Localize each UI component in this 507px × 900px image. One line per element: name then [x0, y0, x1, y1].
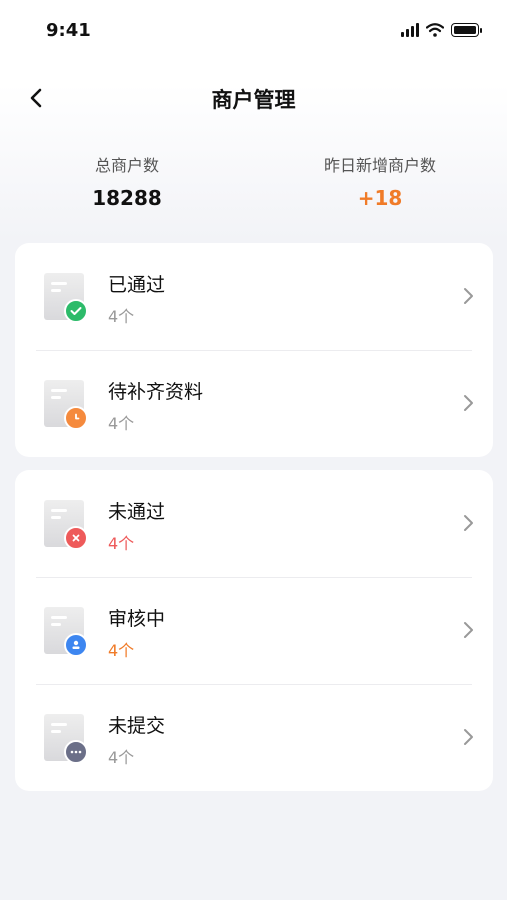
total-merchants-label: 总商户数: [94, 156, 159, 175]
list-item-count: 4个: [108, 641, 135, 660]
status-icons: [401, 23, 482, 37]
status-bar: 9:41: [0, 0, 507, 60]
chevron-right-icon: [464, 395, 473, 411]
status-card-group-2: 未通过 4个 审核中 4个 未提交 4个: [15, 470, 493, 791]
clock-icon: [64, 406, 88, 430]
list-item-under-review[interactable]: 审核中 4个: [15, 577, 493, 684]
chevron-right-icon: [464, 288, 473, 304]
list-item-title: 审核中: [108, 608, 166, 630]
document-icon: [44, 607, 88, 657]
list-item-count: 4个: [108, 414, 135, 433]
signal-icon: [401, 23, 419, 37]
list-item-count: 4个: [108, 307, 135, 326]
wifi-icon: [426, 23, 444, 37]
ellipsis-icon: [64, 740, 88, 764]
document-icon: [44, 714, 88, 764]
status-card-group-1: 已通过 4个 待补齐资料 4个: [15, 243, 493, 457]
check-icon: [64, 299, 88, 323]
document-icon: [44, 380, 88, 430]
person-icon: [64, 633, 88, 657]
total-merchants-stat: 总商户数 18288: [27, 152, 227, 210]
new-merchants-label: 昨日新增商户数: [323, 156, 436, 175]
list-item-pending-documents[interactable]: 待补齐资料 4个: [15, 350, 493, 457]
x-icon: [64, 526, 88, 550]
nav-bar: 商户管理: [0, 70, 507, 126]
battery-icon: [451, 23, 482, 37]
list-item-approved[interactable]: 已通过 4个: [15, 243, 493, 350]
list-item-title: 未通过: [108, 501, 166, 523]
status-time: 9:41: [46, 20, 91, 41]
list-item-title: 待补齐资料: [108, 381, 204, 403]
list-item-count: 4个: [108, 748, 135, 767]
chevron-right-icon: [464, 622, 473, 638]
document-icon: [44, 273, 88, 323]
page-title: 商户管理: [211, 88, 296, 112]
list-item-rejected[interactable]: 未通过 4个: [15, 470, 493, 577]
list-item-not-submitted[interactable]: 未提交 4个: [15, 684, 493, 791]
list-item-title: 已通过: [108, 274, 166, 296]
list-item-count: 4个: [108, 534, 135, 553]
chevron-right-icon: [464, 729, 473, 745]
new-merchants-value: +18: [357, 186, 403, 210]
document-icon: [44, 500, 88, 550]
chevron-right-icon: [464, 515, 473, 531]
total-merchants-value: 18288: [92, 186, 162, 210]
list-item-title: 未提交: [108, 715, 166, 737]
stats-summary: 总商户数 18288 昨日新增商户数 +18: [0, 152, 507, 222]
new-merchants-stat: 昨日新增商户数 +18: [280, 152, 480, 210]
